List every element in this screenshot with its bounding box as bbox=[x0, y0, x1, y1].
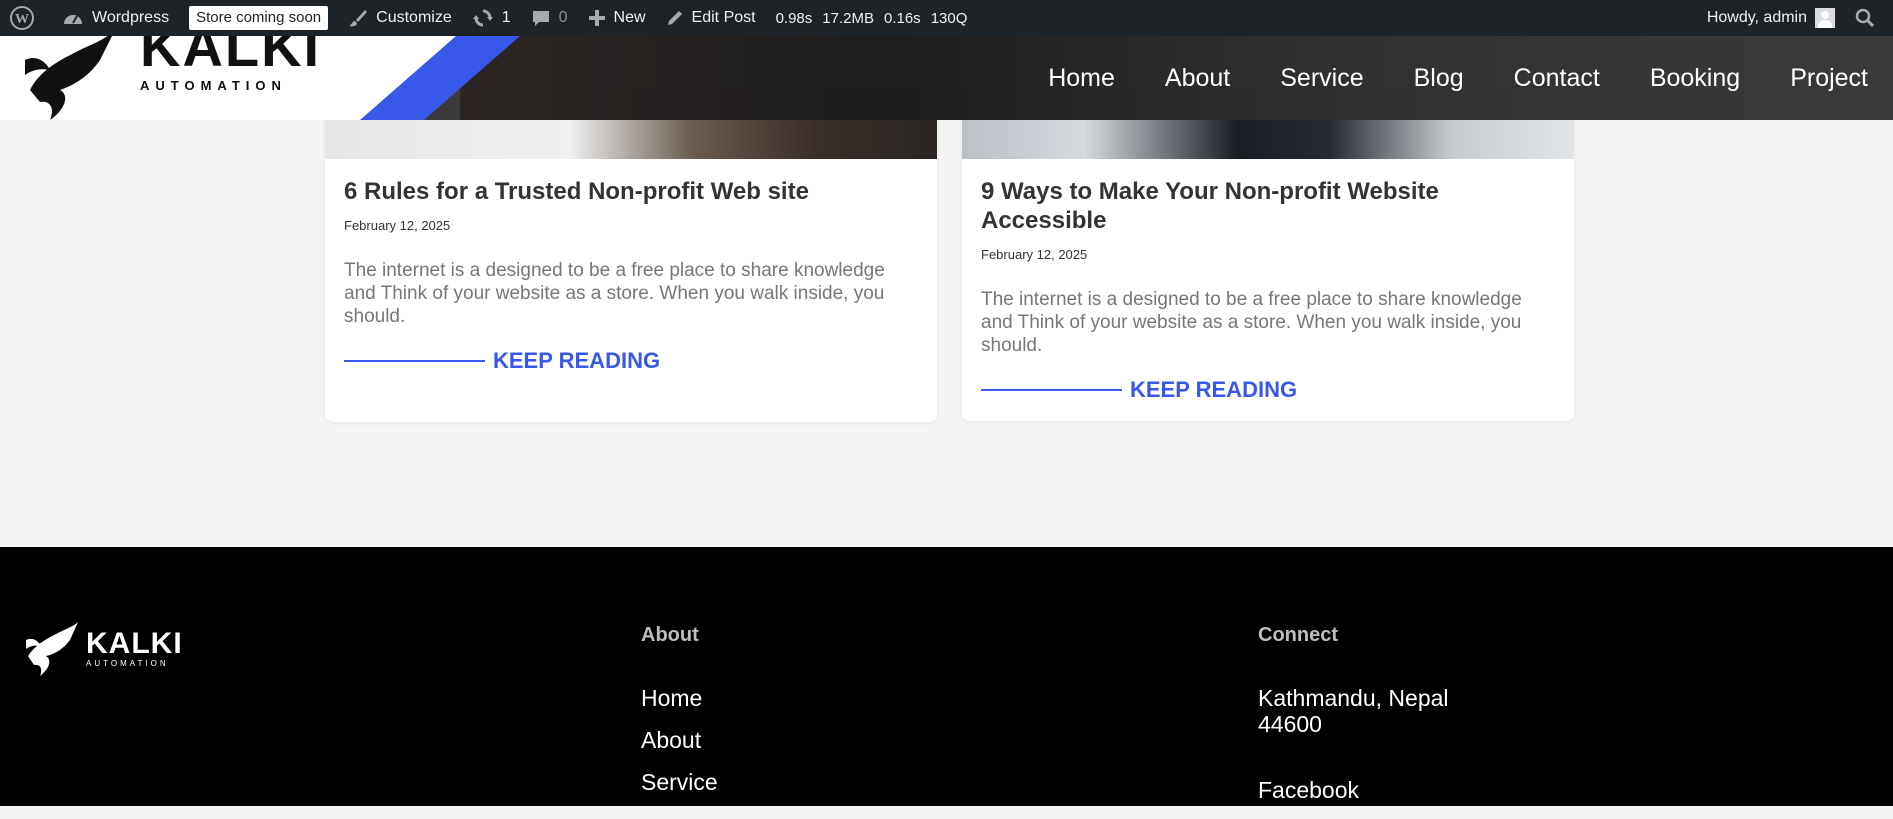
wordpress-logo-menu[interactable]: W bbox=[0, 0, 52, 36]
footer-about-heading: About bbox=[641, 624, 699, 646]
updates-count: 1 bbox=[501, 9, 511, 26]
footer-address: Kathmandu, Nepal 44600 bbox=[1258, 685, 1449, 737]
edit-post-link[interactable]: Edit Post bbox=[656, 0, 766, 36]
nav-about[interactable]: About bbox=[1140, 64, 1255, 93]
keep-reading-link[interactable]: KEEP READING bbox=[981, 377, 1554, 403]
site-logo[interactable]: KALKI AUTOMATION bbox=[0, 36, 520, 120]
post-title[interactable]: 9 Ways to Make Your Non-profit Website A… bbox=[981, 177, 1554, 235]
footer-about-column: About Home About Service bbox=[641, 624, 718, 811]
keep-reading-link[interactable]: KEEP READING bbox=[344, 348, 917, 374]
footer-connect-heading: Connect bbox=[1258, 624, 1338, 646]
brush-icon bbox=[349, 10, 368, 27]
footer-link-about[interactable]: About bbox=[641, 727, 718, 753]
logo-wordmark: KALKI bbox=[140, 36, 322, 78]
new-label: New bbox=[613, 9, 646, 26]
howdy-text: Howdy, admin bbox=[1706, 9, 1807, 26]
post-date: February 12, 2025 bbox=[981, 247, 1088, 262]
customize-link[interactable]: Customize bbox=[338, 0, 462, 36]
site-name: Wordpress bbox=[92, 9, 170, 26]
post-excerpt: The internet is a designed to be a free … bbox=[344, 260, 885, 327]
nav-blog[interactable]: Blog bbox=[1389, 64, 1489, 93]
nav-home[interactable]: Home bbox=[1023, 64, 1140, 93]
keep-reading-label: KEEP READING bbox=[1130, 377, 1298, 402]
keep-reading-line bbox=[981, 389, 1122, 391]
footer-link-home[interactable]: Home bbox=[641, 685, 718, 711]
edit-post-label: Edit Post bbox=[691, 9, 756, 26]
avatar bbox=[1815, 8, 1835, 28]
admin-bar: W Wordpress Store coming soon Customize … bbox=[0, 0, 1893, 36]
site-footer: KALKI AUTOMATION About Home About Servic… bbox=[0, 547, 1893, 806]
pegasus-logo-icon bbox=[25, 36, 112, 120]
keep-reading-line bbox=[344, 360, 485, 362]
stat-page-time: 0.98s bbox=[775, 9, 813, 27]
footer-pegasus-logo-icon[interactable] bbox=[24, 622, 80, 678]
logo-tagline: AUTOMATION bbox=[140, 78, 287, 93]
stat-query-count: 130Q bbox=[930, 9, 968, 27]
nav-contact[interactable]: Contact bbox=[1489, 64, 1625, 93]
store-coming-soon-badge: Store coming soon bbox=[189, 6, 329, 30]
keep-reading-label: KEEP READING bbox=[493, 348, 661, 373]
updates-icon bbox=[472, 9, 493, 27]
post-excerpt: The internet is a designed to be a free … bbox=[981, 289, 1522, 356]
footer-logo-tagline: AUTOMATION bbox=[86, 659, 169, 668]
post-date: February 12, 2025 bbox=[344, 218, 451, 233]
footer-link-facebook[interactable]: Facebook bbox=[1258, 777, 1488, 803]
nav-project[interactable]: Project bbox=[1765, 64, 1893, 93]
footer-link-service[interactable]: Service bbox=[641, 769, 718, 795]
svg-text:W: W bbox=[15, 12, 29, 27]
comments-count: 0 bbox=[558, 9, 568, 26]
new-content-menu[interactable]: New bbox=[578, 0, 656, 36]
nav-service[interactable]: Service bbox=[1255, 64, 1388, 93]
plus-icon bbox=[588, 10, 605, 26]
blog-card: 9 Ways to Make Your Non-profit Website A… bbox=[962, 88, 1574, 421]
site-name-menu[interactable]: Wordpress bbox=[52, 0, 179, 36]
comments-link[interactable]: 0 bbox=[521, 0, 578, 36]
comment-icon bbox=[532, 11, 549, 26]
dashboard-icon bbox=[64, 15, 82, 24]
site-header: KALKI AUTOMATION Home About Service Blog… bbox=[0, 36, 1893, 120]
my-account-menu[interactable]: Howdy, admin bbox=[1697, 0, 1845, 36]
updates-link[interactable]: 1 bbox=[462, 0, 521, 36]
pencil-icon bbox=[667, 11, 682, 25]
stat-query-time: 0.16s bbox=[883, 9, 921, 27]
stat-memory: 17.2MB bbox=[822, 9, 874, 27]
footer-connect-column: Connect Kathmandu, Nepal 44600 Facebook bbox=[1258, 624, 1488, 819]
customize-label: Customize bbox=[376, 9, 452, 26]
search-icon bbox=[1855, 8, 1875, 28]
nav-booking[interactable]: Booking bbox=[1625, 64, 1765, 93]
query-monitor-stats[interactable]: 0.98s 17.2MB 0.16s 130Q bbox=[766, 10, 968, 27]
blog-card: 6 Rules for a Trusted Non-profit Web sit… bbox=[325, 88, 937, 422]
footer-logo-wordmark: KALKI bbox=[86, 627, 183, 660]
main-navigation: Home About Service Blog Contact Booking … bbox=[1023, 36, 1893, 120]
post-title[interactable]: 6 Rules for a Trusted Non-profit Web sit… bbox=[344, 177, 917, 206]
admin-search[interactable] bbox=[1845, 0, 1893, 36]
store-status[interactable]: Store coming soon bbox=[179, 0, 338, 36]
wordpress-logo-icon: W bbox=[10, 6, 34, 30]
